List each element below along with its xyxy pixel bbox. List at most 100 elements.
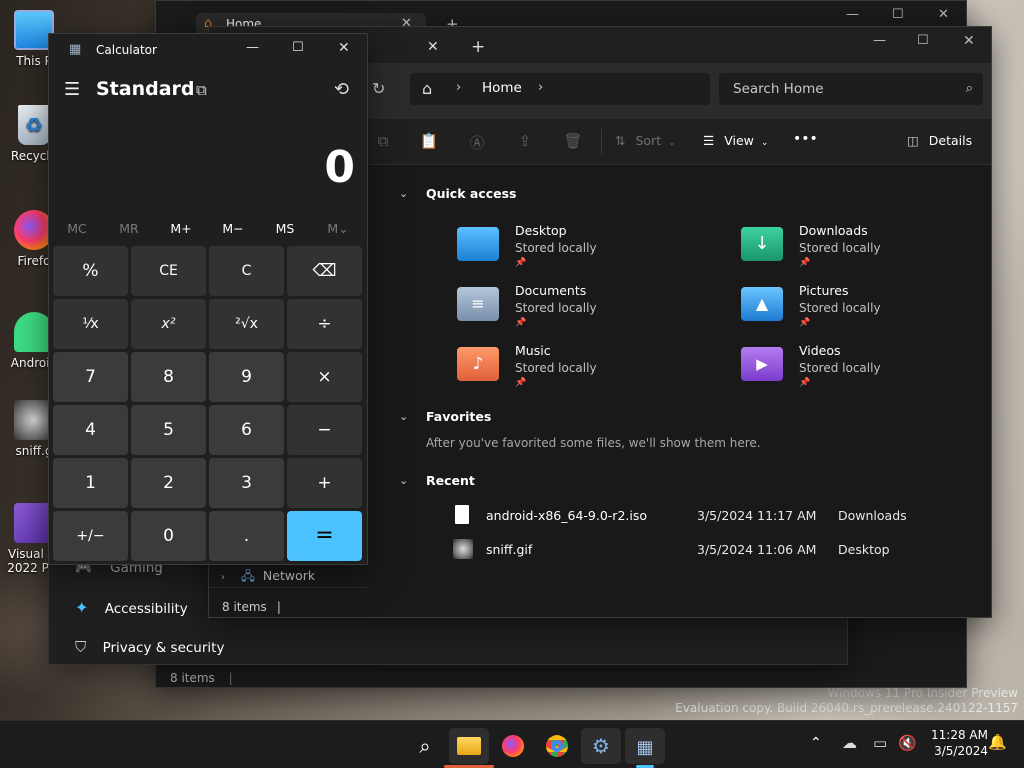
maximize-icon[interactable]: ☐: [292, 40, 304, 55]
delete-icon[interactable]: 🗑: [563, 132, 583, 152]
section-quick-access[interactable]: Quick access: [426, 186, 517, 201]
notification-bell-icon[interactable]: 🔔: [988, 733, 1007, 751]
maximize-icon[interactable]: ☐: [892, 7, 904, 22]
collapse-recent-icon[interactable]: ⌄: [399, 474, 408, 487]
reciprocal-button[interactable]: ¹⁄x: [53, 299, 128, 349]
settings-taskbar-button[interactable]: ⚙: [581, 728, 621, 764]
desktop-icon-label: Firefo: [17, 254, 51, 268]
image-thumbnail-icon: [453, 539, 473, 559]
file-explorer-taskbar-button[interactable]: [449, 728, 489, 764]
subtract-button[interactable]: −: [287, 405, 362, 455]
pin-icon: 📌: [515, 318, 527, 328]
share-icon[interactable]: ⇪: [515, 132, 535, 152]
recent-row[interactable]: android-x86_64-9.0-r2.iso 3/5/2024 11:17…: [455, 503, 975, 529]
pin-icon: 📌: [515, 258, 527, 268]
negate-button[interactable]: +/−: [53, 511, 128, 561]
digit-9-button[interactable]: 9: [209, 352, 284, 402]
clear-button[interactable]: C: [209, 246, 284, 296]
close-icon[interactable]: ✕: [338, 40, 350, 56]
clear-entry-button[interactable]: CE: [131, 246, 206, 296]
collapse-quick-access-icon[interactable]: ⌄: [399, 187, 408, 200]
multiply-button[interactable]: ×: [287, 352, 362, 402]
nav-item-network[interactable]: › 🖧 Network: [221, 567, 315, 588]
digit-1-button[interactable]: 1: [53, 458, 128, 508]
more-options-icon[interactable]: •••: [793, 131, 818, 147]
network-disconnected-icon[interactable]: ☁: [842, 734, 857, 752]
digit-2-button[interactable]: 2: [131, 458, 206, 508]
recent-row[interactable]: sniff.gif 3/5/2024 11:06 AM Desktop: [453, 537, 975, 563]
memory-subtract-button[interactable]: M−: [207, 221, 259, 236]
breadcrumb[interactable]: ⌂ › Home ›: [410, 73, 710, 105]
rename-icon[interactable]: Ⓐ: [467, 132, 487, 152]
memory-clear-button[interactable]: MC: [51, 221, 103, 236]
paste-icon[interactable]: 📋: [419, 132, 439, 152]
memory-store-button[interactable]: MS: [259, 221, 311, 236]
refresh-icon[interactable]: ↻: [372, 79, 385, 98]
quick-access-downloads[interactable]: ↓ Downloads Stored locally 📌: [741, 223, 981, 269]
calculator-icon: ▦: [636, 737, 654, 758]
divide-button[interactable]: ÷: [287, 299, 362, 349]
breadcrumb-home[interactable]: Home: [482, 80, 522, 96]
backspace-button[interactable]: ⌫: [287, 246, 362, 296]
volume-muted-icon[interactable]: 🔇: [898, 734, 917, 752]
memory-add-button[interactable]: M+: [155, 221, 207, 236]
memory-recall-button[interactable]: MR: [103, 221, 155, 236]
add-button[interactable]: +: [287, 458, 362, 508]
digit-7-button[interactable]: 7: [53, 352, 128, 402]
gear-icon: ⚙: [592, 734, 610, 758]
close-icon[interactable]: ✕: [938, 7, 949, 22]
digit-5-button[interactable]: 5: [131, 405, 206, 455]
collapse-favorites-icon[interactable]: ⌄: [399, 410, 408, 423]
square-root-button[interactable]: ²√x: [209, 299, 284, 349]
quick-access-desktop[interactable]: Desktop Stored locally 📌: [457, 223, 717, 269]
close-tab-icon[interactable]: ✕: [427, 39, 439, 55]
sort-icon: ⇅: [615, 133, 626, 148]
equals-button[interactable]: =: [287, 511, 362, 561]
quick-access-music[interactable]: ♪ Music Stored locally 📌: [457, 343, 717, 389]
sort-button[interactable]: ⇅ Sort ⌄: [615, 133, 676, 148]
percent-button[interactable]: %: [53, 246, 128, 296]
maximize-icon[interactable]: ☐: [917, 33, 929, 48]
clock[interactable]: 11:28 AM 3/5/2024: [922, 727, 988, 759]
chevron-right-icon[interactable]: ›: [538, 80, 543, 95]
keep-on-top-icon[interactable]: ⧉: [196, 81, 207, 99]
chevron-up-icon[interactable]: ⌃: [810, 735, 822, 751]
calculator-taskbar-button[interactable]: ▦: [625, 728, 665, 764]
quick-access-pictures[interactable]: ▲ Pictures Stored locally 📌: [741, 283, 981, 329]
chevron-down-icon: ⌄: [668, 138, 676, 148]
minimize-icon[interactable]: —: [873, 33, 886, 48]
minimize-icon[interactable]: —: [246, 40, 259, 55]
copy-icon[interactable]: ⧉: [373, 132, 393, 152]
quick-access-videos[interactable]: ▶ Videos Stored locally 📌: [741, 343, 981, 389]
search-icon: ⌕: [965, 81, 973, 96]
quick-access-documents[interactable]: ≡ Documents Stored locally 📌: [457, 283, 717, 329]
digit-4-button[interactable]: 4: [53, 405, 128, 455]
search-icon[interactable]: ⌕: [405, 728, 445, 764]
decimal-button[interactable]: .: [209, 511, 284, 561]
settings-nav-accessibility[interactable]: ✦ Accessibility: [75, 598, 188, 617]
minimize-icon[interactable]: —: [846, 7, 859, 22]
digit-3-button[interactable]: 3: [209, 458, 284, 508]
digit-0-button[interactable]: 0: [131, 511, 206, 561]
section-recent[interactable]: Recent: [426, 473, 475, 488]
details-button[interactable]: ◫ Details: [907, 133, 972, 148]
history-icon[interactable]: ⟲: [334, 79, 349, 100]
digit-8-button[interactable]: 8: [131, 352, 206, 402]
firefox-taskbar-button[interactable]: [493, 728, 533, 764]
search-input[interactable]: Search Home ⌕: [719, 73, 983, 105]
section-favorites[interactable]: Favorites: [426, 409, 491, 424]
calculator-window[interactable]: ▦ Calculator — ☐ ✕ ☰ Standard ⧉ ⟲ 0 MC M…: [48, 33, 368, 565]
home-icon[interactable]: ⌂: [422, 79, 432, 98]
mode-title: Standard: [96, 78, 195, 100]
favorites-empty-text: After you've favorited some files, we'll…: [426, 436, 761, 450]
square-button[interactable]: x²: [131, 299, 206, 349]
memory-list-button[interactable]: M⌄: [312, 221, 364, 236]
settings-nav-privacy[interactable]: ⛉ Privacy & security: [75, 638, 224, 656]
close-icon[interactable]: ✕: [963, 33, 975, 49]
chrome-taskbar-button[interactable]: [537, 728, 577, 764]
view-button[interactable]: ☰ View ⌄: [703, 133, 768, 148]
digit-6-button[interactable]: 6: [209, 405, 284, 455]
new-tab-icon[interactable]: +: [471, 37, 485, 57]
hamburger-menu-icon[interactable]: ☰: [64, 79, 80, 100]
display-icon[interactable]: ▭: [873, 734, 887, 752]
